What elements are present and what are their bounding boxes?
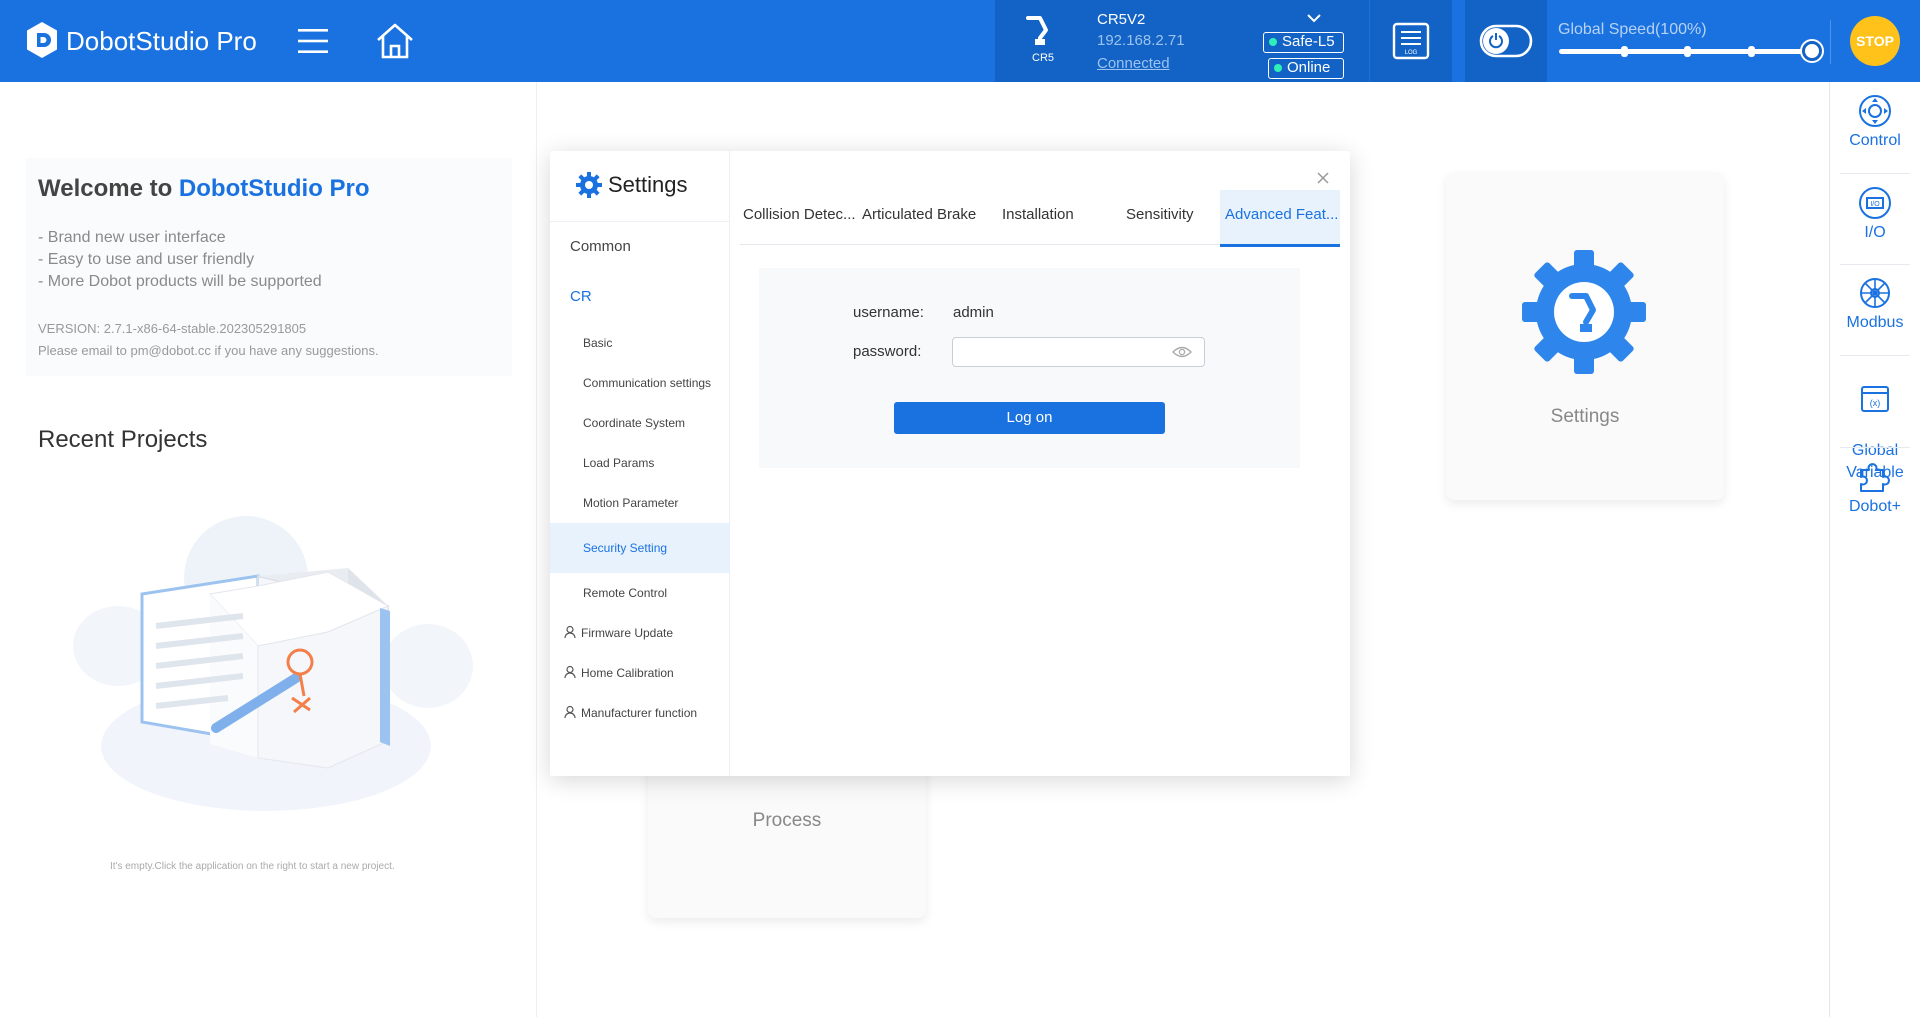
side-item-security-setting[interactable]: Security Setting <box>550 523 730 573</box>
log-on-button[interactable]: Log on <box>894 402 1165 434</box>
dobot-logo-icon <box>27 22 57 58</box>
side-item-cr[interactable]: CR <box>550 288 730 305</box>
suggestion-text: Please email to pm@dobot.cc if you have … <box>38 343 379 358</box>
settings-app-label: Settings <box>1550 406 1620 427</box>
top-bar <box>0 0 1920 82</box>
speed-tick <box>1684 46 1691 57</box>
empty-projects-text: It's empty.Click the application on the … <box>110 861 395 872</box>
login-panel <box>759 268 1300 468</box>
side-item-remote-control[interactable]: Remote Control <box>550 586 730 600</box>
side-item-coordinate-system[interactable]: Coordinate System <box>550 416 730 430</box>
log-icon: LOG <box>1392 22 1430 60</box>
side-item-firmware-update[interactable]: Firmware Update <box>550 625 730 640</box>
user-lock-icon <box>564 625 576 639</box>
robot-model-small: CR5 <box>1032 52 1055 64</box>
tab-collision-detection[interactable]: Collision Detec... <box>743 206 856 223</box>
active-tab-underline <box>1220 244 1340 247</box>
power-toggle-button[interactable] <box>1465 0 1547 82</box>
robot-ip: 192.168.2.71 <box>1097 32 1185 49</box>
settings-gear-icon <box>1522 250 1646 374</box>
welcome-feature-line: - Brand new user interface <box>38 229 226 246</box>
process-app-label: Process <box>752 810 822 831</box>
welcome-feature-line: - Easy to use and user friendly <box>38 251 255 268</box>
safety-level-badge: Safe-L5 <box>1263 32 1344 53</box>
emergency-stop-button[interactable]: STOP <box>1850 16 1900 66</box>
robot-arm-icon <box>1026 16 1048 45</box>
password-input[interactable] <box>961 339 1171 365</box>
sidebar-item-dobot-plus[interactable]: Dobot+ <box>1830 458 1920 516</box>
recent-projects-title: Recent Projects <box>38 426 208 453</box>
user-lock-icon <box>564 665 576 679</box>
chevron-down-icon[interactable] <box>1306 12 1322 24</box>
global-speed-label: Global Speed(100%) <box>1558 21 1707 38</box>
side-item-label: Firmware Update <box>581 626 674 640</box>
speed-tick <box>1748 46 1755 57</box>
username-value: admin <box>953 304 994 321</box>
svg-text:I/O: I/O <box>1870 201 1880 208</box>
side-item-communication-settings[interactable]: Communication settings <box>550 376 730 390</box>
global-variable-icon: (x) <box>1861 386 1889 412</box>
robot-name: CR5V2 <box>1097 11 1146 28</box>
modbus-icon <box>1860 278 1890 308</box>
tab-sensitivity[interactable]: Sensitivity <box>1126 206 1194 223</box>
puzzle-icon <box>1860 463 1890 492</box>
welcome-feature-line: - More Dobot products will be supported <box>38 273 322 290</box>
side-item-basic[interactable]: Basic <box>550 336 730 350</box>
dialog-title: Settings <box>608 172 688 197</box>
sidebar-divider <box>1840 264 1910 265</box>
welcome-prefix: Welcome to <box>38 175 179 202</box>
sidebar-item-io[interactable]: I/O I/O <box>1830 186 1920 242</box>
divider <box>550 221 730 222</box>
sidebar-divider <box>1840 447 1910 448</box>
sidebar-divider <box>1840 173 1910 174</box>
side-item-motion-parameter[interactable]: Motion Parameter <box>550 496 730 510</box>
power-toggle-icon <box>1479 24 1533 58</box>
log-icon-label: LOG <box>1405 50 1418 56</box>
user-lock-icon <box>564 705 576 719</box>
welcome-title: Welcome to DobotStudio Pro <box>38 175 370 203</box>
sidebar-divider <box>1840 355 1910 356</box>
username-label: username: <box>853 304 924 321</box>
sidebar-label-io: I/O <box>1864 224 1886 241</box>
gear-icon <box>576 172 602 198</box>
online-status-badge: Online <box>1268 58 1344 79</box>
tab-installation[interactable]: Installation <box>1002 206 1074 223</box>
eye-icon[interactable] <box>1172 345 1192 359</box>
empty-book-illustration <box>73 516 473 811</box>
speed-tick <box>1621 46 1628 57</box>
divider <box>1830 20 1831 64</box>
io-icon: I/O <box>1859 187 1891 219</box>
svg-text:(x): (x) <box>1870 398 1881 408</box>
connection-status-link[interactable]: Connected <box>1097 55 1170 72</box>
welcome-brand: DobotStudio Pro <box>178 175 370 202</box>
sidebar-item-control[interactable]: Control <box>1830 94 1920 150</box>
global-speed-knob[interactable] <box>1802 41 1822 61</box>
sidebar-label-dobot-plus: Dobot+ <box>1848 498 1902 515</box>
app-title: DobotStudio Pro <box>66 26 257 56</box>
version-text: VERSION: 2.7.1-x86-64-stable.20230529180… <box>38 321 307 336</box>
control-icon <box>1859 95 1891 127</box>
tab-articulated-brake[interactable]: Articulated Brake <box>862 206 976 223</box>
side-item-home-calibration[interactable]: Home Calibration <box>550 665 730 680</box>
password-field[interactable] <box>952 337 1205 367</box>
home-icon[interactable] <box>374 20 416 62</box>
close-icon[interactable] <box>1315 170 1331 186</box>
sidebar-item-modbus[interactable]: Modbus <box>1830 276 1920 332</box>
side-item-label: Manufacturer function <box>581 706 698 720</box>
sidebar-label-control: Control <box>1849 132 1901 149</box>
sidebar-label-modbus: Modbus <box>1846 314 1904 331</box>
hamburger-menu-icon[interactable] <box>296 24 330 58</box>
side-item-common[interactable]: Common <box>550 238 730 255</box>
password-label: password: <box>853 343 922 360</box>
log-button[interactable]: LOG <box>1370 0 1452 82</box>
side-item-manufacturer-function[interactable]: Manufacturer function <box>550 705 730 720</box>
tab-advanced-features[interactable]: Advanced Feat... <box>1225 206 1338 223</box>
side-item-load-params[interactable]: Load Params <box>550 456 730 470</box>
side-item-label: Home Calibration <box>581 666 674 680</box>
